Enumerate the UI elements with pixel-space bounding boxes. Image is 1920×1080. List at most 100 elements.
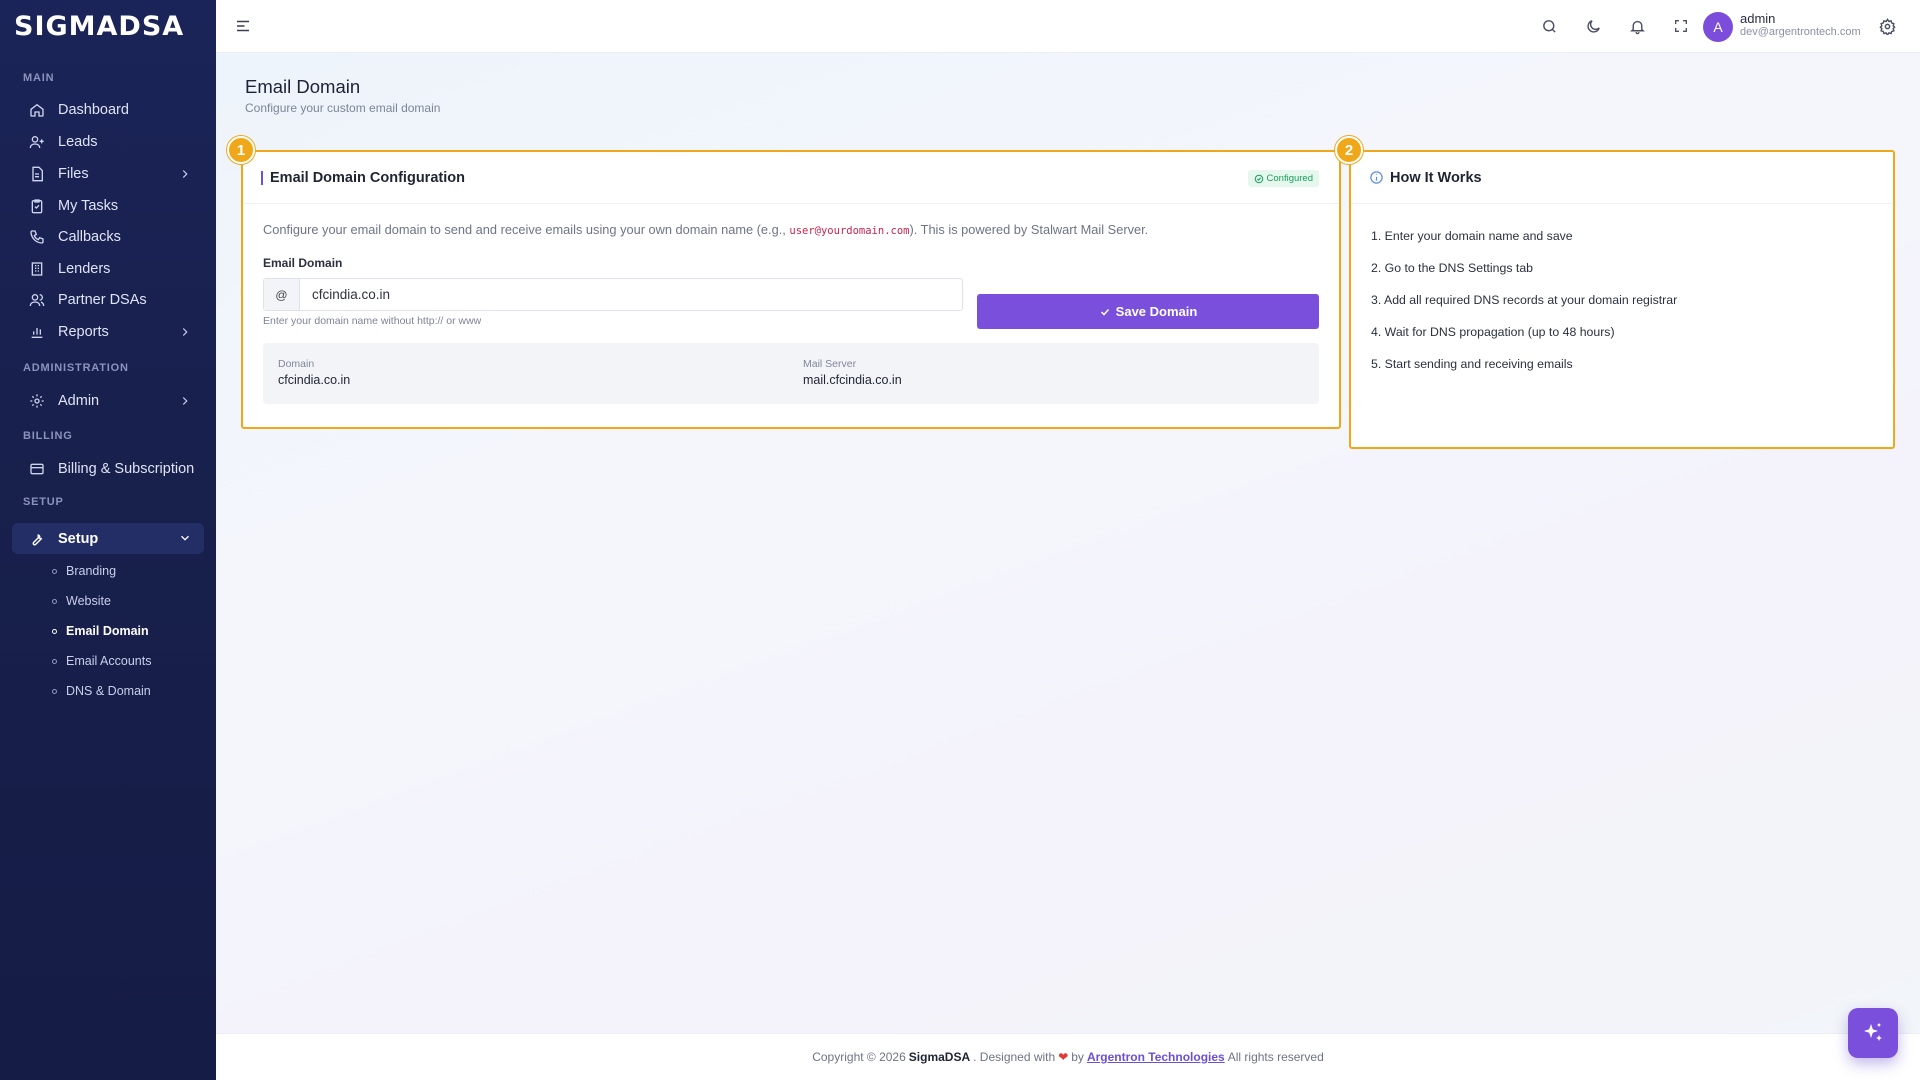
card-header: Email Domain Configuration Configured — [243, 152, 1339, 204]
bell-icon[interactable] — [1627, 16, 1647, 36]
card-title: Email Domain Configuration — [270, 169, 465, 186]
sidebar-item-label: Dashboard — [58, 102, 129, 118]
save-domain-button[interactable]: Save Domain — [977, 294, 1319, 329]
footer-designed-with: . Designed with — [973, 1050, 1056, 1064]
section-label-main: MAIN — [23, 72, 55, 84]
how-it-works-card: How It Works 1. Enter your domain name a… — [1349, 150, 1895, 449]
sidebar-item-callbacks[interactable]: Callbacks — [12, 222, 204, 252]
users-icon — [28, 291, 46, 309]
sidebar-item-label: Reports — [58, 324, 109, 340]
sidebar-item-label: My Tasks — [58, 198, 119, 214]
sidebar-item-label: Files — [58, 166, 89, 182]
sidebar-item-label: Billing & Subscription — [58, 461, 195, 477]
sidebar-subitem-label: DNS & Domain — [66, 684, 151, 698]
logo-text: SIGMADSA — [14, 10, 185, 42]
sidebar-subitem-label: Branding — [66, 564, 117, 578]
phone-icon — [28, 228, 46, 246]
description-text: ). This is powered by Stalwart Mail Serv… — [909, 222, 1149, 237]
sidebar-item-leads[interactable]: Leads — [12, 127, 204, 157]
sidebar-item-label: Admin — [58, 393, 100, 409]
email-domain-field[interactable]: @ cfcindia.co.in — [263, 278, 963, 311]
menu-toggle-icon[interactable] — [233, 16, 253, 36]
footer-by: by — [1071, 1050, 1084, 1064]
fullscreen-icon[interactable] — [1671, 16, 1691, 36]
section-label-setup: SETUP — [23, 496, 64, 508]
domain-label: Domain — [278, 358, 315, 370]
at-prefix: @ — [264, 279, 300, 310]
bullet-icon — [52, 598, 57, 604]
check-icon — [1100, 308, 1109, 316]
bullet-icon — [52, 568, 57, 574]
email-domain-label: Email Domain — [263, 256, 343, 270]
email-domain-config-card: Email Domain Configuration Configured Co… — [241, 150, 1341, 429]
sidebar-item-partner-dsas[interactable]: Partner DSAs — [12, 285, 204, 315]
home-icon — [28, 101, 46, 119]
sidebar-subitem-email-domain[interactable]: Email Domain — [52, 624, 149, 638]
sidebar-subitem-website[interactable]: Website — [52, 594, 111, 608]
sidebar-item-billing[interactable]: Billing & Subscription — [12, 454, 204, 484]
mail-server-label: Mail Server — [803, 358, 857, 370]
info-icon — [1370, 171, 1383, 184]
step-badge-1: 1 — [227, 136, 255, 164]
user-name[interactable]: admin — [1740, 11, 1775, 26]
sidebar-item-label: Leads — [58, 134, 98, 150]
bullet-icon — [52, 628, 57, 634]
list-item: 4. Wait for DNS propagation (up to 48 ho… — [1371, 325, 1615, 339]
main-content: Email Domain Configure your custom email… — [216, 53, 1920, 1033]
sidebar-item-admin[interactable]: Admin — [12, 386, 204, 416]
sidebar: SIGMADSA MAIN Dashboard Leads Files My T… — [0, 0, 216, 1080]
list-item: 1. Enter your domain name and save — [1371, 229, 1573, 243]
footer-copyright: Copyright © 2026 — [812, 1050, 906, 1064]
sidebar-subitem-label: Website — [66, 594, 111, 608]
sidebar-item-reports[interactable]: Reports — [12, 317, 204, 347]
logo[interactable]: SIGMADSA — [0, 0, 216, 52]
topbar: A admin dev@argentrontech.com — [216, 0, 1920, 53]
clipboard-check-icon — [28, 197, 46, 215]
avatar[interactable]: A — [1703, 12, 1733, 42]
card-header: How It Works — [1351, 152, 1893, 204]
footer-rights: All rights reserved — [1227, 1050, 1324, 1064]
sidebar-item-label: Lenders — [58, 261, 111, 277]
sidebar-subitem-dns-domain[interactable]: DNS & Domain — [52, 684, 151, 698]
user-plus-icon — [28, 133, 46, 151]
sidebar-item-dashboard[interactable]: Dashboard — [12, 95, 204, 125]
company-link[interactable]: Argentron Technologies — [1087, 1050, 1225, 1064]
save-domain-label: Save Domain — [1115, 304, 1198, 319]
card-title: How It Works — [1390, 169, 1482, 186]
sidebar-item-lenders[interactable]: Lenders — [12, 254, 204, 284]
bullet-icon — [52, 688, 57, 694]
sidebar-item-label: Setup — [58, 530, 99, 547]
email-domain-help-text: Enter your domain name without http:// o… — [263, 315, 482, 327]
description-text: Configure your email domain to send and … — [263, 222, 790, 237]
domain-summary-box: Domain cfcindia.co.in Mail Server mail.c… — [263, 343, 1319, 404]
building-icon — [28, 260, 46, 278]
credit-card-icon — [28, 460, 46, 478]
sidebar-subitem-branding[interactable]: Branding — [52, 564, 116, 578]
chevron-right-icon — [182, 397, 188, 405]
step-badge-2: 2 — [1335, 136, 1363, 164]
sidebar-subitem-label: Email Accounts — [66, 654, 152, 668]
accent-bar — [261, 170, 263, 185]
list-item: 5. Start sending and receiving emails — [1371, 357, 1573, 371]
moon-icon[interactable] — [1583, 16, 1603, 36]
sidebar-item-my-tasks[interactable]: My Tasks — [12, 191, 204, 221]
sidebar-item-setup[interactable]: Setup — [12, 523, 204, 554]
list-item: 2. Go to the DNS Settings tab — [1371, 261, 1533, 275]
example-address: user@yourdomain.com — [789, 225, 910, 237]
ai-assistant-button[interactable] — [1848, 1008, 1898, 1058]
chevron-right-icon — [182, 170, 188, 178]
section-label-administration: ADMINISTRATION — [23, 362, 129, 374]
gear-icon — [28, 392, 46, 410]
list-item: 3. Add all required DNS records at your … — [1371, 293, 1678, 307]
check-circle-icon — [1254, 174, 1263, 183]
sidebar-subitem-email-accounts[interactable]: Email Accounts — [52, 654, 151, 668]
settings-gear-icon[interactable] — [1877, 16, 1897, 36]
file-icon — [28, 165, 46, 183]
user-email: dev@argentrontech.com — [1740, 26, 1861, 38]
heart-icon: ❤ — [1058, 1050, 1069, 1064]
bar-chart-icon — [28, 323, 46, 341]
email-domain-input[interactable]: cfcindia.co.in — [300, 279, 962, 310]
wrench-icon — [28, 530, 46, 548]
sidebar-item-files[interactable]: Files — [12, 159, 204, 189]
search-icon[interactable] — [1539, 16, 1559, 36]
